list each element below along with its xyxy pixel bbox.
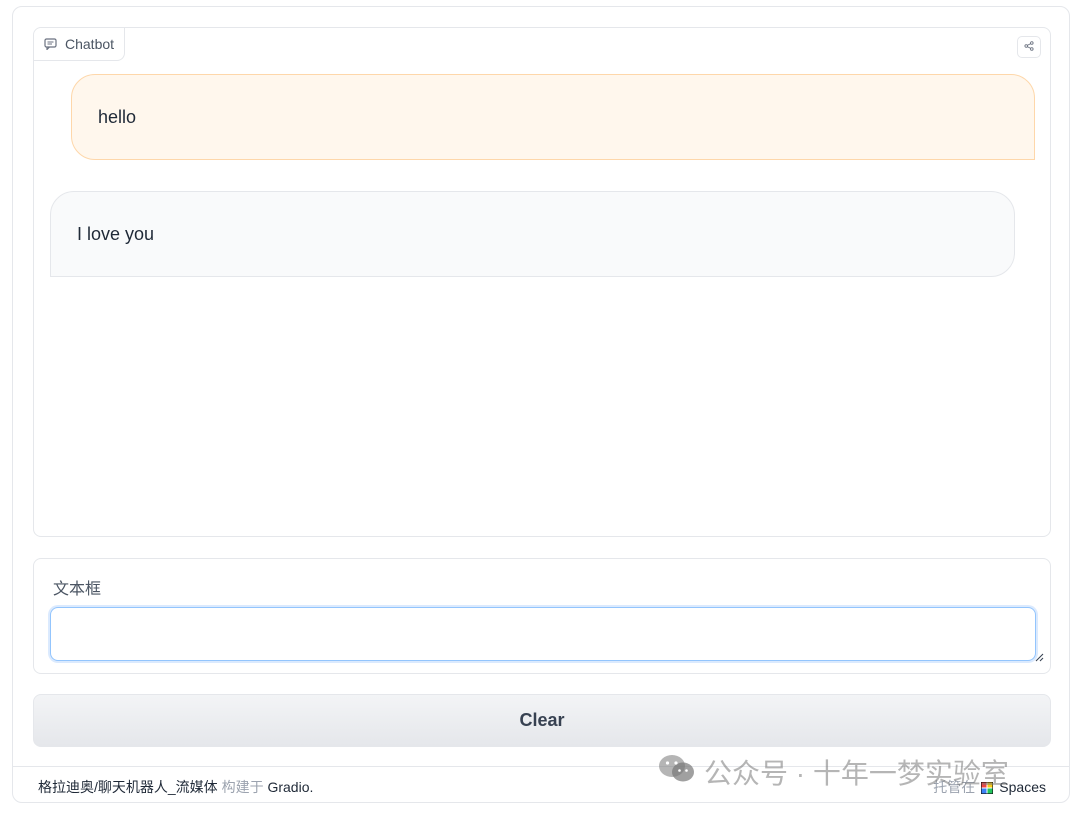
app-path-link[interactable]: 格拉迪奥/聊天机器人_流媒体: [38, 779, 218, 795]
textbox-panel: 文本框: [33, 558, 1051, 674]
footer: 格拉迪奥/聊天机器人_流媒体 构建于 Gradio. 托管在 Spaces: [12, 766, 1070, 803]
hosted-on-text: 托管在: [933, 779, 976, 795]
spaces-logo-icon: [980, 781, 994, 795]
built-with-text: 构建于: [221, 779, 264, 795]
share-button[interactable]: [1017, 36, 1041, 58]
chatbot-label-text: Chatbot: [65, 36, 115, 52]
chatbot-label: Chatbot: [34, 28, 126, 61]
share-icon: [1024, 38, 1034, 56]
clear-button[interactable]: Clear: [33, 694, 1051, 747]
spaces-link[interactable]: Spaces: [999, 779, 1046, 795]
footer-right: 托管在 Spaces: [933, 777, 1046, 797]
resize-handle-icon[interactable]: [1034, 649, 1044, 662]
textbox-label: 文本框: [53, 581, 102, 598]
user-message-text: hello: [98, 106, 137, 127]
chatbot-panel: Chatbot hello I love you: [33, 27, 1051, 537]
bot-message: I love you: [50, 191, 1015, 277]
gradio-link[interactable]: Gradio.: [267, 779, 313, 795]
chat-icon: [44, 38, 57, 50]
message-input[interactable]: [50, 607, 1036, 661]
user-message: hello: [71, 74, 1035, 160]
bot-message-text: I love you: [77, 223, 155, 244]
footer-left: 格拉迪奥/聊天机器人_流媒体 构建于 Gradio.: [38, 777, 313, 797]
